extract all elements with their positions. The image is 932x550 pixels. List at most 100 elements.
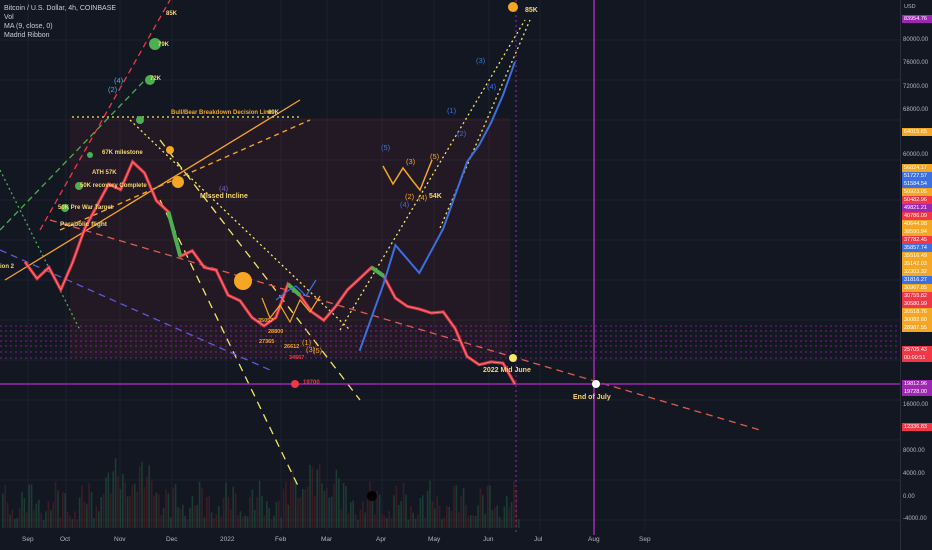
price-axis-label: 40786.09 [902, 212, 932, 220]
volume-bar [503, 506, 506, 528]
chart-canvas[interactable] [0, 0, 932, 550]
volume-bar [273, 515, 275, 528]
wave-label-blue-3: (3) [476, 56, 486, 65]
volume-bar [398, 504, 400, 528]
time-axis-tick: Nov [114, 536, 126, 543]
volume-bar [208, 496, 210, 528]
volume-bar [239, 511, 242, 528]
price-axis-label: 56824.17 [902, 164, 932, 172]
volume-bar [434, 508, 436, 528]
volume-bar [278, 500, 280, 528]
volume-bar [443, 517, 446, 528]
wave-label-purple-4: (4) [219, 184, 229, 193]
volume-bar [268, 508, 270, 528]
volume-bar [35, 503, 38, 528]
wave-label-orange-3: (3) [406, 157, 416, 166]
time-axis-tick: Mar [321, 536, 333, 543]
volume-bar [294, 481, 297, 528]
annotation-85k: 85K [525, 7, 538, 14]
marker-end-of-july [592, 380, 600, 388]
price-axis-label: USD [902, 3, 932, 11]
volume-bar [150, 480, 153, 528]
volume-bar [110, 492, 112, 528]
price-axis-label: 51727.57 [902, 172, 932, 180]
volume-bar [186, 519, 189, 528]
annotation-bottom-5: 34567 [289, 355, 305, 361]
volume-bar [191, 496, 194, 528]
price-axis-tick: 76000.00 [903, 60, 929, 66]
volume-bar [90, 492, 93, 528]
wave-label-orange-5: (5) [430, 152, 440, 161]
volume-bar [138, 465, 141, 528]
price-axis-label: 30580.99 [902, 300, 932, 308]
volume-bar [448, 506, 450, 528]
volume-bar [479, 488, 482, 528]
volume-bar [510, 502, 513, 528]
guide-green-dotted [0, 169, 81, 331]
volume-bar [98, 511, 100, 528]
volume-bar [453, 486, 455, 528]
price-axis-label: 19812.96 [902, 380, 932, 388]
price-axis-tick: 0.00 [903, 494, 915, 500]
price-axis-label: 30967.85 [902, 284, 932, 292]
volume-bar [472, 515, 474, 528]
volume-bar [381, 514, 383, 528]
volume-bar [311, 466, 314, 528]
volume-bar [280, 517, 282, 528]
volume-bar [42, 519, 45, 528]
volume-bar [242, 516, 244, 528]
volume-bar [429, 480, 431, 528]
volume-bar [410, 506, 412, 528]
volume-bar [215, 514, 218, 528]
volume-bar [165, 489, 167, 528]
volume-bar [251, 489, 254, 528]
volume-bar [328, 497, 330, 528]
volume-bar [119, 489, 122, 528]
price-axis-label: 38590.94 [902, 228, 932, 236]
volume-bar [330, 496, 333, 528]
volume-bar [14, 518, 16, 528]
price-axis-tick: 4000.00 [903, 471, 925, 477]
volume-bar [105, 477, 107, 528]
volume-bar [213, 518, 215, 528]
annotation-recovery: 50K recovery Complete [80, 183, 147, 189]
volume-bar [263, 515, 266, 528]
annotation-end-of-july: End of July [573, 394, 611, 401]
annotation-72k: 72K [150, 76, 162, 82]
volume-bar [124, 482, 126, 528]
annotation-79k: 79K [158, 42, 170, 48]
price-axis-tick: 60000.00 [903, 152, 929, 158]
price-axis-label: 37782.45 [902, 236, 932, 244]
volume-bar [62, 492, 64, 528]
volume-bar [256, 496, 258, 528]
time-axis-tick: Sep [639, 536, 651, 543]
price-axis-label: 35516.49 [902, 252, 932, 260]
volume-bar [275, 502, 278, 528]
volume-bar [206, 497, 208, 528]
volume-bar [234, 492, 237, 528]
volume-bar [126, 496, 129, 528]
volume-bar [47, 501, 50, 528]
volume-bar [21, 492, 23, 528]
annotation-prewar-target: 50K Pre War Target [58, 205, 113, 211]
volume-bar [254, 510, 256, 528]
volume-indicator-label: Vol [4, 14, 14, 21]
volume-bar [290, 481, 292, 528]
volume-bar [6, 502, 9, 528]
volume-bar [460, 495, 462, 528]
volume-bar [261, 495, 263, 528]
annotation-bottom-1: 35057 [258, 318, 274, 324]
volume-bar [335, 469, 338, 528]
marker-green-small [136, 116, 144, 124]
volume-bar [342, 483, 345, 528]
volume-bar [141, 461, 143, 528]
volume-bar [321, 483, 323, 528]
volume-bar [23, 498, 26, 528]
volume-bar [95, 506, 98, 528]
volume-bar [506, 495, 508, 528]
volume-bar [148, 465, 150, 528]
volume-bar [501, 519, 503, 528]
time-axis-tick: 2022 [220, 536, 235, 543]
wave-label-cyan-2: (2) [108, 85, 118, 94]
volume-bar [177, 507, 179, 528]
